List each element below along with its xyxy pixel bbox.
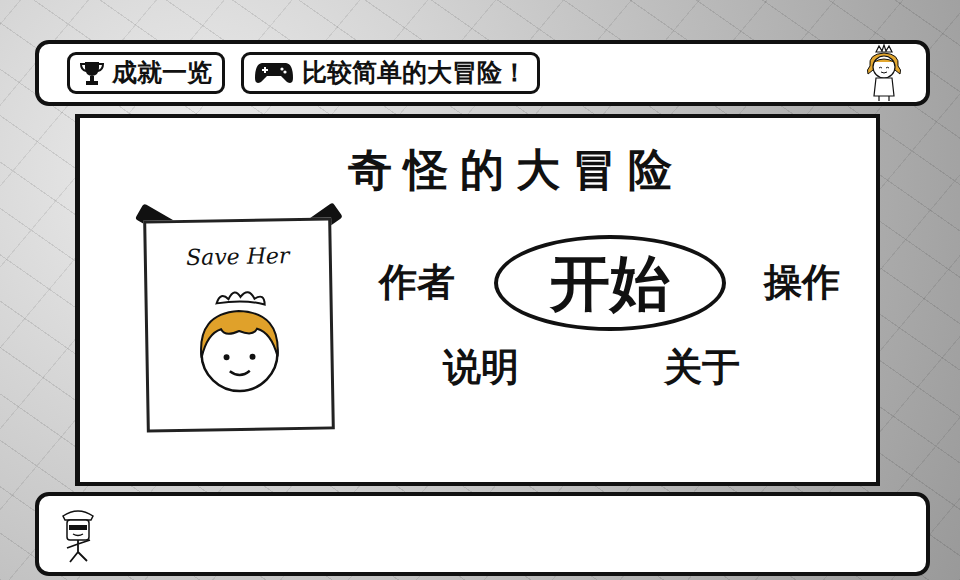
menu-item[interactable]: 作者 <box>373 256 461 310</box>
princess-face-icon <box>155 271 323 404</box>
game-title: 奇怪的大冒险 <box>185 144 846 197</box>
poster-caption: Save Her <box>155 238 322 274</box>
menu-item[interactable]: 说明 <box>437 341 525 395</box>
menu-item[interactable]: 开始 <box>494 235 726 331</box>
poster: Save Her <box>145 211 333 431</box>
menu-panel: 奇怪的大冒险 Save Her <box>75 114 880 486</box>
button-label[interactable]: 比较简单的大冒险！ <box>302 57 527 90</box>
menu-item[interactable]: 关于 <box>658 341 746 395</box>
gamepad-icon <box>254 60 294 86</box>
easy-mode-button[interactable]: 比较简单的大冒险！ <box>241 52 540 95</box>
title-screen: 成就一览 比较简单的大冒险！ 奇怪的大冒险 Save Her <box>0 0 960 580</box>
button-label[interactable]: 成就一览 <box>112 57 212 90</box>
menu-item[interactable]: 操作 <box>758 256 846 310</box>
achievements-button[interactable]: 成就一览 <box>67 52 225 95</box>
top-bar: 成就一览 比较简单的大冒险！ <box>35 40 930 106</box>
trophy-icon <box>80 60 104 86</box>
bottom-bar <box>35 492 930 576</box>
hero-icon <box>57 504 99 564</box>
princess-icon <box>862 44 906 102</box>
